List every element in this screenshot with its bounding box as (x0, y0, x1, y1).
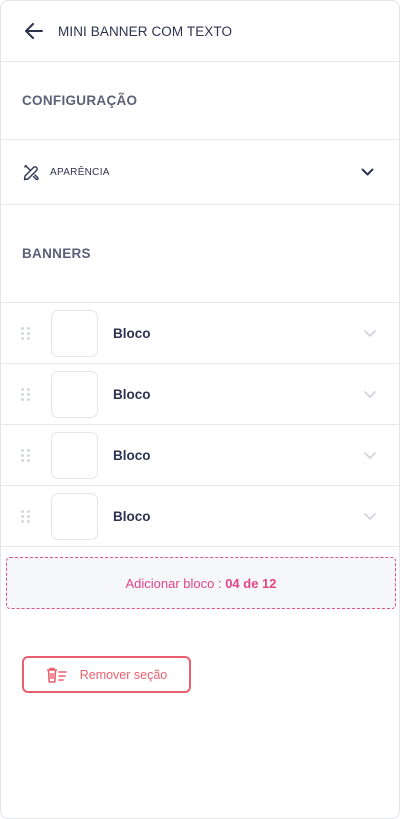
configuration-heading: CONFIGURAÇÃO (1, 62, 399, 140)
banner-row[interactable]: Bloco (1, 425, 399, 486)
chevron-down-icon[interactable] (363, 509, 377, 523)
palette-brush-icon (22, 163, 40, 181)
appearance-label: APARÊNCIA (50, 166, 110, 178)
banner-row[interactable]: Bloco (1, 303, 399, 364)
drag-handle-icon[interactable] (21, 448, 33, 462)
chevron-down-icon[interactable] (363, 387, 377, 401)
banner-thumbnail[interactable] (51, 309, 98, 357)
trash-list-icon (46, 666, 68, 684)
page-title: MINI BANNER COM TEXTO (58, 23, 233, 39)
remove-section-label: Remover seção (79, 667, 168, 682)
banner-label: Bloco (113, 325, 151, 341)
banner-thumbnail[interactable] (51, 492, 98, 540)
drag-handle-icon[interactable] (21, 387, 33, 401)
section-editor-panel: MINI BANNER COM TEXTO CONFIGURAÇÃO APARÊ… (0, 0, 400, 819)
add-block-label: Adicionar bloco : (125, 575, 222, 591)
banner-row[interactable]: Bloco (1, 364, 399, 425)
appearance-accordion[interactable]: APARÊNCIA (1, 140, 399, 205)
chevron-down-icon[interactable] (363, 448, 377, 462)
banners-heading: BANNERS (1, 205, 399, 303)
banner-thumbnail[interactable] (51, 370, 98, 418)
banner-row[interactable]: Bloco (1, 486, 399, 547)
banners-list: Bloco Bloco Bloco Bloco (1, 303, 399, 547)
remove-section-button[interactable]: Remover seção (22, 656, 191, 693)
arrow-left-icon[interactable] (23, 20, 45, 42)
add-block-button[interactable]: Adicionar bloco : 04 de 12 (6, 557, 396, 609)
drag-handle-icon[interactable] (21, 326, 33, 340)
panel-header: MINI BANNER COM TEXTO (1, 1, 399, 62)
chevron-down-icon[interactable] (363, 326, 377, 340)
chevron-down-icon[interactable] (359, 164, 375, 180)
drag-handle-icon[interactable] (21, 509, 33, 523)
block-count: 04 de 12 (225, 575, 277, 591)
banner-thumbnail[interactable] (51, 431, 98, 479)
banner-label: Bloco (113, 386, 151, 402)
banner-label: Bloco (113, 447, 151, 463)
banner-label: Bloco (113, 508, 151, 524)
